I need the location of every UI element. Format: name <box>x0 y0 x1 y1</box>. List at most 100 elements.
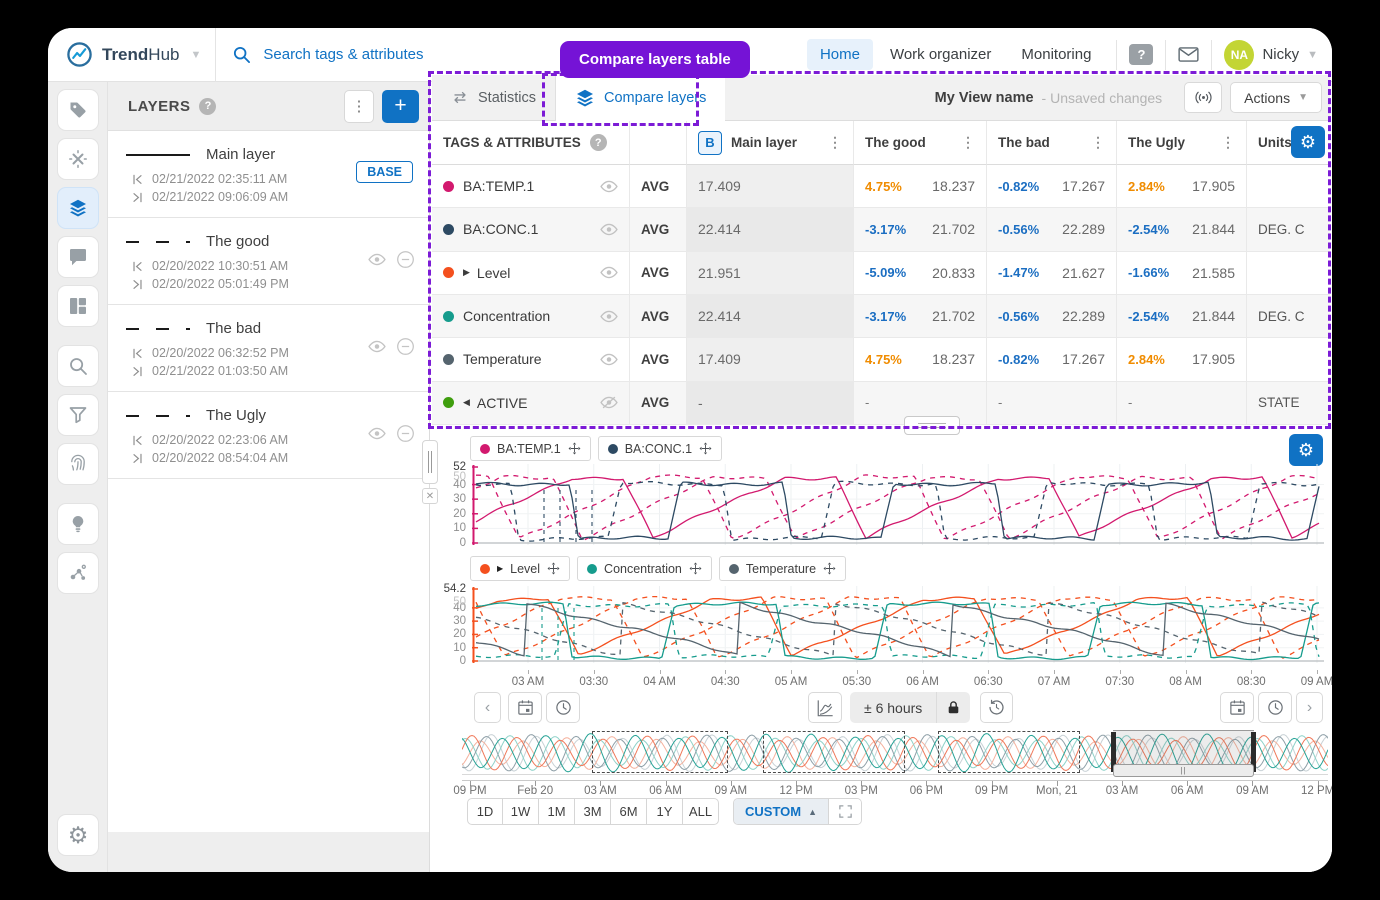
calendar-end-button[interactable] <box>1220 692 1254 723</box>
close-icon[interactable]: ✕ <box>422 488 438 504</box>
sidebar-item-filter[interactable] <box>57 394 99 436</box>
column-menu-button[interactable]: ⋮ <box>1215 134 1235 151</box>
expand-icon[interactable]: ▶ <box>463 267 470 278</box>
legend-chip[interactable]: Temperature <box>719 556 846 581</box>
help-icon[interactable]: ? <box>199 98 216 115</box>
calendar-start-button[interactable] <box>508 692 542 723</box>
history-button[interactable] <box>980 692 1013 723</box>
remove-layer-icon[interactable] <box>396 250 415 269</box>
trend-chart-1[interactable] <box>472 462 1324 550</box>
pan-right-button[interactable]: › <box>1296 692 1323 723</box>
clock-start-button[interactable] <box>546 692 580 723</box>
range-button-1w[interactable]: 1W <box>503 798 539 825</box>
remove-layer-icon[interactable] <box>396 424 415 443</box>
sidebar-item-scatter[interactable] <box>57 552 99 594</box>
eye-icon[interactable] <box>368 427 386 440</box>
clock-end-button[interactable] <box>1258 692 1292 723</box>
sidebar-item-layers[interactable] <box>57 187 99 229</box>
range-button-3m[interactable]: 3M <box>575 798 611 825</box>
move-icon[interactable] <box>568 442 581 455</box>
range-button-1y[interactable]: 1Y <box>647 798 683 825</box>
eye-icon[interactable] <box>600 180 618 193</box>
panel-splitter-handle[interactable] <box>422 440 438 484</box>
expand-icon[interactable]: ▶ <box>497 564 503 573</box>
move-icon[interactable] <box>547 562 560 575</box>
nav-item-home[interactable]: Home <box>807 39 873 70</box>
eye-icon[interactable] <box>368 340 386 353</box>
divider <box>1165 40 1166 70</box>
units-cell: DEG. C <box>1247 295 1330 338</box>
fullscreen-icon[interactable] <box>828 799 861 824</box>
column-menu-button[interactable]: ⋮ <box>822 134 842 151</box>
legend-chip[interactable]: BA:CONC.1 <box>598 436 722 461</box>
time-window-group: ± 6 hours <box>850 692 970 723</box>
range-button-6m[interactable]: 6M <box>611 798 647 825</box>
help-icon[interactable]: ? <box>590 134 607 151</box>
trend-chart-2[interactable] <box>472 584 1324 668</box>
column-menu-button[interactable]: ⋮ <box>1085 134 1105 151</box>
agg-cell[interactable]: AVG <box>630 338 687 381</box>
eye-icon[interactable] <box>600 223 618 236</box>
sidebar-item-bulb[interactable] <box>57 503 99 545</box>
pan-left-button[interactable]: ‹ <box>474 692 501 723</box>
main-layer-value: 21.951 <box>687 252 854 295</box>
sidebar-item-fingerprint[interactable] <box>57 443 99 485</box>
agg-cell[interactable]: AVG <box>630 295 687 338</box>
column-menu-button[interactable]: ⋮ <box>955 134 975 151</box>
add-layer-button[interactable]: + <box>382 90 419 123</box>
sidebar-item-magic[interactable] <box>57 138 99 180</box>
agg-cell[interactable]: AVG <box>630 252 687 295</box>
legend-chip[interactable]: BA:TEMP.1 <box>470 436 591 461</box>
tab-compare-layers[interactable]: Compare layers <box>556 75 725 121</box>
collapse-icon[interactable]: ◀ <box>463 397 470 408</box>
help-icon[interactable]: ? <box>1129 44 1153 65</box>
tab-statistics[interactable]: Statistics <box>432 75 556 121</box>
chevron-down-icon[interactable]: ▼ <box>190 49 201 61</box>
brush-scroll-thumb[interactable]: || <box>1113 764 1254 777</box>
layers-menu-button[interactable]: ⋮ <box>344 90 374 123</box>
eye-icon[interactable] <box>600 310 618 323</box>
actions-button[interactable]: Actions ▼ <box>1230 82 1322 113</box>
overview-strip[interactable]: || <box>462 730 1328 776</box>
sidebar-item-dashboard[interactable] <box>57 285 99 327</box>
agg-cell[interactable]: AVG <box>630 208 687 251</box>
custom-range-button[interactable]: CUSTOM ▲ <box>734 799 828 824</box>
chart-type-button[interactable] <box>808 692 842 723</box>
search-input[interactable] <box>261 45 501 64</box>
search-bar[interactable] <box>216 45 517 64</box>
eye-icon[interactable] <box>600 266 618 279</box>
table-settings-gear-button[interactable]: ⚙ <box>1291 126 1325 158</box>
eye-off-icon[interactable] <box>600 396 618 409</box>
layer-list-item[interactable]: The Ugly02/20/2022 02:23:06 AM02/20/2022… <box>108 392 429 479</box>
range-button-all[interactable]: ALL <box>683 798 719 825</box>
legend-chip[interactable]: ▶Level <box>470 556 570 581</box>
eye-icon[interactable] <box>368 253 386 266</box>
remove-layer-icon[interactable] <box>396 337 415 356</box>
nav-item-work-organizer[interactable]: Work organizer <box>877 39 1004 70</box>
sidebar-item-search[interactable] <box>57 345 99 387</box>
layer-list-item[interactable]: The good02/20/2022 10:30:51 AM02/20/2022… <box>108 218 429 305</box>
range-button-1d[interactable]: 1D <box>467 798 503 825</box>
agg-cell[interactable]: AVG <box>630 165 687 208</box>
table-resize-handle[interactable] <box>904 416 960 435</box>
sidebar-item-comment[interactable] <box>57 236 99 278</box>
gear-icon[interactable]: ⚙ <box>57 814 99 856</box>
agg-cell[interactable]: AVG <box>630 382 687 425</box>
time-window-label[interactable]: ± 6 hours <box>850 700 936 716</box>
eye-icon[interactable] <box>600 353 618 366</box>
legend-chip[interactable]: Concentration <box>577 556 712 581</box>
range-button-1m[interactable]: 1M <box>539 798 575 825</box>
move-icon[interactable] <box>689 562 702 575</box>
move-icon[interactable] <box>699 442 712 455</box>
lock-icon[interactable] <box>936 692 970 723</box>
layer-list-item[interactable]: Main layer02/21/2022 02:35:11 AM02/21/20… <box>108 131 429 218</box>
move-icon[interactable] <box>823 562 836 575</box>
mail-icon[interactable] <box>1178 47 1199 62</box>
user-menu[interactable]: NA Nicky ▼ <box>1224 40 1318 70</box>
layer-list-item[interactable]: The bad02/20/2022 06:32:52 PM02/21/2022 … <box>108 305 429 392</box>
y-axis-tick: 0 <box>432 537 466 549</box>
sidebar-item-tag[interactable] <box>57 89 99 131</box>
live-mode-button[interactable] <box>1184 82 1222 113</box>
app-logo[interactable]: TrendHub ▼ <box>48 41 215 68</box>
nav-item-monitoring[interactable]: Monitoring <box>1008 39 1104 70</box>
